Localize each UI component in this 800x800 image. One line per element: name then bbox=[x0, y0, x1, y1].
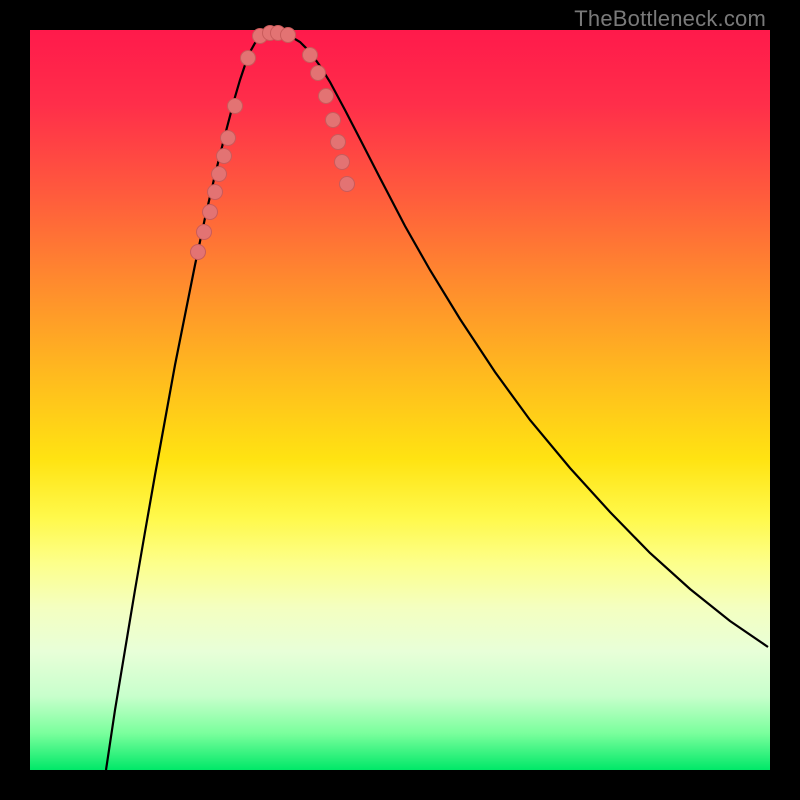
data-point bbox=[319, 89, 334, 104]
chart-svg bbox=[30, 30, 770, 770]
data-point bbox=[191, 245, 206, 260]
data-point bbox=[228, 99, 243, 114]
scatter-dots bbox=[191, 26, 355, 260]
data-point bbox=[212, 167, 227, 182]
data-point bbox=[303, 48, 318, 63]
data-point bbox=[311, 66, 326, 81]
data-point bbox=[221, 131, 236, 146]
plot-area bbox=[30, 30, 770, 770]
data-point bbox=[281, 28, 296, 43]
data-point bbox=[217, 149, 232, 164]
data-point bbox=[340, 177, 355, 192]
watermark-text: TheBottleneck.com bbox=[574, 6, 766, 32]
curve-left bbox=[106, 34, 265, 770]
data-point bbox=[197, 225, 212, 240]
data-point bbox=[208, 185, 223, 200]
data-point bbox=[326, 113, 341, 128]
data-point bbox=[331, 135, 346, 150]
curve-right bbox=[285, 34, 768, 647]
data-point bbox=[203, 205, 218, 220]
data-point bbox=[241, 51, 256, 66]
data-point bbox=[335, 155, 350, 170]
